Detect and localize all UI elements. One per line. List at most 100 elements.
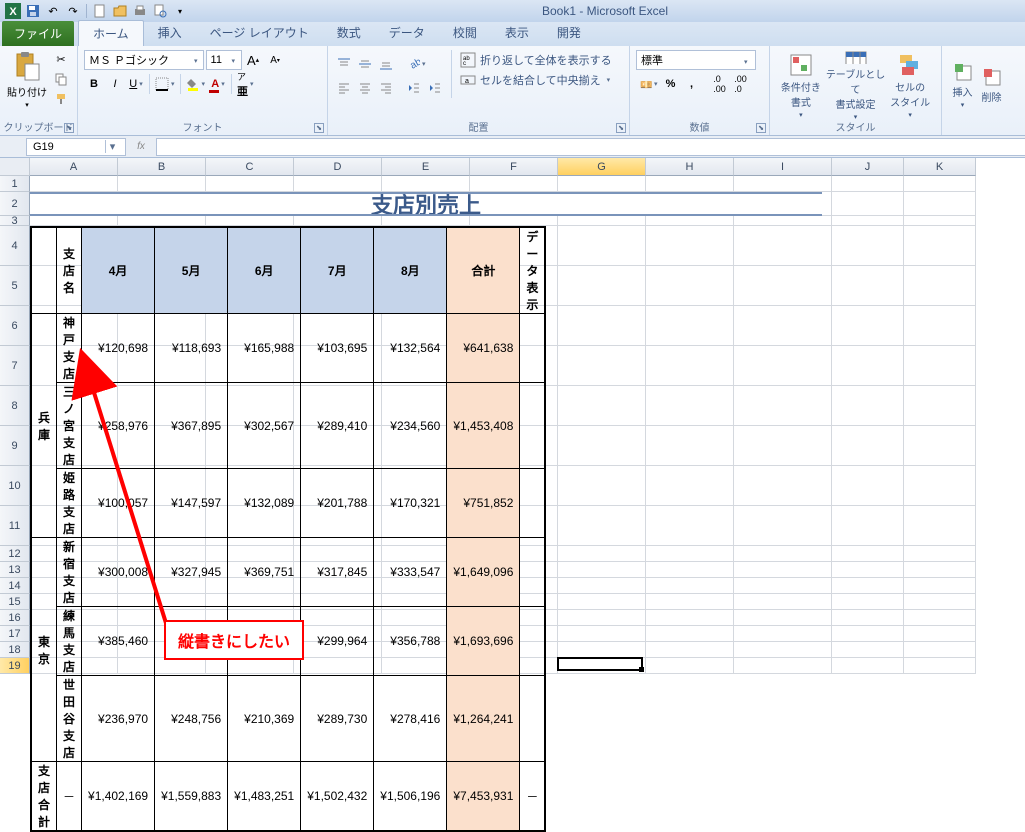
phonetic-button[interactable]: ア亜 [235,74,256,94]
cell-B1[interactable] [118,176,206,192]
cell-G6[interactable] [558,306,646,346]
cell-K15[interactable] [904,594,976,610]
cell-B10[interactable] [118,466,206,506]
column-header-J[interactable]: J [832,158,904,176]
cell-A15[interactable] [30,594,118,610]
cell-D15[interactable] [294,594,382,610]
insert-cells-button[interactable]: 挿入▾ [948,50,977,121]
cell-D12[interactable] [294,546,382,562]
cell-F12[interactable] [470,546,558,562]
cell-B9[interactable] [118,426,206,466]
cell-A4[interactable] [30,226,118,266]
cell-G12[interactable] [558,546,646,562]
cell-C14[interactable] [206,578,294,594]
increase-decimal-icon[interactable]: .0.00 [710,74,730,94]
cell-C19[interactable] [206,658,294,674]
cell-F14[interactable] [470,578,558,594]
row-header-4[interactable]: 4 [0,226,30,266]
row-header-7[interactable]: 7 [0,346,30,386]
cell-B5[interactable] [118,266,206,306]
cell-H15[interactable] [646,594,734,610]
column-header-H[interactable]: H [646,158,734,176]
cell-I15[interactable] [734,594,832,610]
row-header-5[interactable]: 5 [0,266,30,306]
cell-H19[interactable] [646,658,734,674]
cell-B2[interactable] [118,192,206,216]
cell-F16[interactable] [470,610,558,626]
cell-J17[interactable] [832,626,904,642]
cell-K18[interactable] [904,642,976,658]
cell-J12[interactable] [832,546,904,562]
clipboard-expand-icon[interactable]: ⬊ [64,123,74,133]
cell-A14[interactable] [30,578,118,594]
cell-C13[interactable] [206,562,294,578]
cell-F9[interactable] [470,426,558,466]
redo-icon[interactable]: ↷ [64,2,82,20]
cell-A11[interactable] [30,506,118,546]
cell-J1[interactable] [832,176,904,192]
cell-A10[interactable] [30,466,118,506]
currency-button[interactable]: 💴 [636,74,660,94]
cell-B8[interactable] [118,386,206,426]
cell-I16[interactable] [734,610,832,626]
cell-I5[interactable] [734,266,832,306]
cell-D3[interactable] [294,216,382,226]
cell-G9[interactable] [558,426,646,466]
cell-A12[interactable] [30,546,118,562]
cell-I12[interactable] [734,546,832,562]
cell-D9[interactable] [294,426,382,466]
cell-B14[interactable] [118,578,206,594]
cell-G14[interactable] [558,578,646,594]
number-format-select[interactable] [636,50,756,70]
column-header-I[interactable]: I [734,158,832,176]
cell-K17[interactable] [904,626,976,642]
cell-H17[interactable] [646,626,734,642]
cell-E5[interactable] [382,266,470,306]
select-all-corner[interactable] [0,158,30,176]
cell-B12[interactable] [118,546,206,562]
border-button[interactable] [153,74,177,94]
cell-K8[interactable] [904,386,976,426]
column-header-C[interactable]: C [206,158,294,176]
save-icon[interactable] [24,2,42,20]
cell-C5[interactable] [206,266,294,306]
cell-H4[interactable] [646,226,734,266]
column-header-E[interactable]: E [382,158,470,176]
cell-F2[interactable] [470,192,558,216]
cell-F11[interactable] [470,506,558,546]
cell-A19[interactable] [30,658,118,674]
row-header-1[interactable]: 1 [0,176,30,192]
cell-E4[interactable] [382,226,470,266]
ribbon-tab-1[interactable]: 挿入 [144,20,196,46]
decrease-indent-icon[interactable] [404,78,424,98]
cut-icon[interactable]: ✂ [52,50,70,68]
cell-D19[interactable] [294,658,382,674]
font-name-select[interactable] [84,50,204,70]
cell-E11[interactable] [382,506,470,546]
column-header-B[interactable]: B [118,158,206,176]
cell-C7[interactable] [206,346,294,386]
file-tab[interactable]: ファイル [2,21,74,46]
cell-H7[interactable] [646,346,734,386]
cell-C15[interactable] [206,594,294,610]
cell-J2[interactable] [832,192,904,216]
cell-E17[interactable] [382,626,470,642]
cell-K11[interactable] [904,506,976,546]
cell-F5[interactable] [470,266,558,306]
cell-H6[interactable] [646,306,734,346]
cell-J18[interactable] [832,642,904,658]
cell-J9[interactable] [832,426,904,466]
cell-I7[interactable] [734,346,832,386]
cell-A16[interactable] [30,610,118,626]
cell-D8[interactable] [294,386,382,426]
font-expand-icon[interactable]: ⬊ [314,123,324,133]
cell-I18[interactable] [734,642,832,658]
cell-B7[interactable] [118,346,206,386]
cell-I11[interactable] [734,506,832,546]
cell-A13[interactable] [30,562,118,578]
column-header-F[interactable]: F [470,158,558,176]
cell-D11[interactable] [294,506,382,546]
cell-E16[interactable] [382,610,470,626]
merge-center-button[interactable]: aセルを結合して中央揃え [458,70,614,90]
cell-B4[interactable] [118,226,206,266]
